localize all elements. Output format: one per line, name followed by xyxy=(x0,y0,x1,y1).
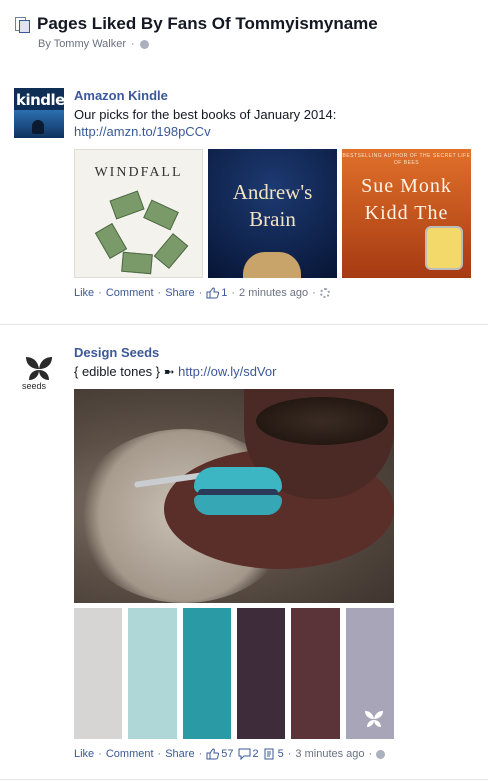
action-separator: · xyxy=(98,748,102,760)
story-text-body: Our picks for the best books of January … xyxy=(74,107,337,122)
likes-count-button[interactable]: 57 xyxy=(206,748,234,760)
palette-swatch xyxy=(182,608,231,739)
avatar-kindle-wordmark: kindle xyxy=(16,91,64,109)
timestamp[interactable]: 3 minutes ago xyxy=(295,748,364,760)
page-header: Pages Liked By Fans Of Tommyismyname By … xyxy=(14,14,474,50)
story-actions: Like · Comment · Share · 57 2 5 · 3 minu… xyxy=(74,748,474,760)
book-title-windfall: WINDFALL xyxy=(94,165,183,180)
likes-count: 1 xyxy=(221,287,228,299)
story-text-body: { edible tones } ➼ xyxy=(74,364,175,379)
palette-swatch xyxy=(128,608,177,739)
palette-swatch xyxy=(74,608,123,739)
action-separator: · xyxy=(312,287,316,299)
palette-swatch xyxy=(345,608,394,739)
avatar-seeds-wordmark: seeds xyxy=(22,381,47,391)
story-link[interactable]: http://amzn.to/198pCCv xyxy=(74,124,211,139)
book-title-sue-monk-kidd: Sue Monk Kidd The xyxy=(361,175,452,224)
page-name-link[interactable]: Design Seeds xyxy=(74,345,474,361)
page-name-link[interactable]: Amazon Kindle xyxy=(74,88,474,104)
book-cover-sue-monk-kidd[interactable]: BESTSELLING AUTHOR OF THE SECRET LIFE OF… xyxy=(342,149,471,278)
action-separator: · xyxy=(157,287,162,299)
avatar-amazon-kindle[interactable]: kindle xyxy=(14,88,64,138)
money-icon xyxy=(109,190,145,220)
palette-swatch xyxy=(291,608,340,739)
comments-count-button[interactable]: 2 xyxy=(238,748,259,760)
pages-icon xyxy=(14,16,30,33)
page-title: Pages Liked By Fans Of Tommyismyname xyxy=(37,14,378,33)
story-text: Our picks for the best books of January … xyxy=(74,106,474,140)
story-actions: Like · Comment · Share · 1 · 2 minutes a… xyxy=(74,287,474,299)
action-separator: · xyxy=(98,287,102,299)
color-palette[interactable] xyxy=(74,608,394,739)
title-row: Pages Liked By Fans Of Tommyismyname xyxy=(14,14,474,34)
avatar-kindle-figure xyxy=(32,120,44,134)
book-author-note: BESTSELLING AUTHOR OF THE SECRET LIFE OF… xyxy=(342,153,471,166)
action-separator: · xyxy=(231,287,236,299)
globe-icon xyxy=(376,749,386,759)
shares-count-button[interactable]: 5 xyxy=(263,748,284,760)
comment-link[interactable]: Comment xyxy=(106,287,154,299)
story-content: Design Seeds { edible tones } ➼ http://o… xyxy=(74,345,474,760)
macaron-bottom xyxy=(194,495,282,515)
byline-separator: · xyxy=(131,38,135,50)
money-icon xyxy=(143,199,179,231)
share-link[interactable]: Share xyxy=(165,748,194,760)
book-cover-figure xyxy=(243,252,301,278)
share-icon xyxy=(264,748,274,760)
likes-count-button[interactable]: 1 xyxy=(206,287,227,299)
action-separator: · xyxy=(368,748,373,760)
story-content: Amazon Kindle Our picks for the best boo… xyxy=(74,88,474,299)
story-divider xyxy=(0,324,488,325)
like-link[interactable]: Like xyxy=(74,748,94,760)
seeds-watermark-icon xyxy=(364,711,383,727)
action-separator: · xyxy=(198,287,203,299)
money-icon xyxy=(121,251,153,275)
avatar-design-seeds[interactable]: seeds xyxy=(14,345,64,395)
money-icon xyxy=(153,233,189,269)
byline: By Tommy Walker · xyxy=(38,38,474,50)
thumbs-up-icon xyxy=(206,748,220,760)
likes-count: 57 xyxy=(221,748,234,760)
comment-bubble-icon xyxy=(238,748,250,760)
action-separator: · xyxy=(157,748,162,760)
macaron xyxy=(194,467,282,517)
like-link[interactable]: Like xyxy=(74,287,94,299)
gear-icon[interactable] xyxy=(319,288,330,298)
timestamp[interactable]: 2 minutes ago xyxy=(239,287,308,299)
action-separator: · xyxy=(287,748,292,760)
photo-coffee xyxy=(256,397,388,445)
story-link[interactable]: http://ow.ly/sdVor xyxy=(178,364,276,379)
globe-icon xyxy=(139,39,149,49)
share-link[interactable]: Share xyxy=(165,287,194,299)
book-cover-windfall[interactable]: WINDFALL xyxy=(74,149,203,278)
book-title-andrews-brain: Andrew's Brain xyxy=(232,180,313,231)
shares-count: 5 xyxy=(277,748,284,760)
coffee-macaron-photo[interactable] xyxy=(74,389,394,603)
story-text: { edible tones } ➼ http://ow.ly/sdVor xyxy=(74,363,474,380)
action-separator: · xyxy=(198,748,203,760)
book-cover-andrews-brain[interactable]: Andrew's Brain xyxy=(208,149,337,278)
comments-count: 2 xyxy=(252,748,259,760)
palette-swatch xyxy=(236,608,286,739)
thumbs-up-icon xyxy=(206,287,220,299)
photo-strip: WINDFALL Andrew's Brain BESTSELLING AUTH… xyxy=(74,149,474,278)
comment-link[interactable]: Comment xyxy=(106,748,154,760)
story-divider xyxy=(0,779,488,780)
book-club-badge-icon xyxy=(425,226,463,270)
byline-text: By Tommy Walker xyxy=(38,38,127,50)
